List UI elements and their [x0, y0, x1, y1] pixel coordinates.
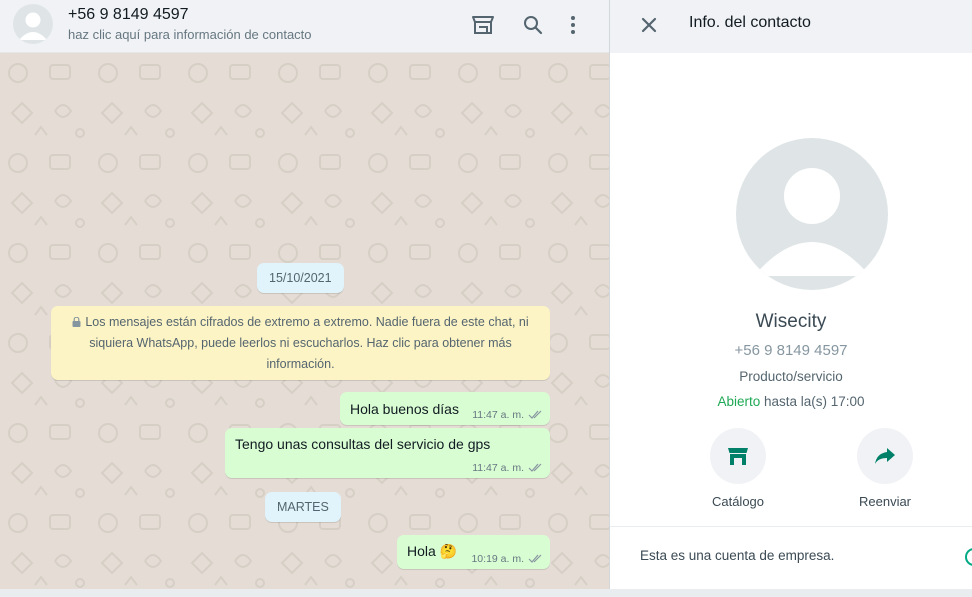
divider [610, 526, 972, 527]
date-chip: MARTES [265, 492, 341, 522]
message-meta: 10:19 a. m. [471, 553, 543, 565]
contact-avatar[interactable] [13, 4, 53, 44]
lock-icon [72, 313, 81, 327]
date-chip: 15/10/2021 [257, 263, 344, 293]
info-title: Info. del contacto [689, 14, 811, 31]
message-meta: 11:47 a. m. [472, 462, 543, 474]
encryption-notice[interactable]: Los mensajes están cifrados de extremo a… [51, 306, 550, 380]
info-header: Info. del contacto [610, 0, 972, 53]
chat-header[interactable]: +56 9 8149 4597 haz clic aquí para infor… [0, 0, 609, 53]
open-status: Abierto [717, 394, 761, 409]
message-text: Hola buenos días [350, 401, 459, 417]
message-meta: 11:47 a. m. [472, 409, 543, 421]
message-bubble-1[interactable]: Hola buenos días 11:47 a. m. [340, 392, 550, 425]
catalog-button[interactable]: Catálogo [698, 428, 778, 509]
close-icon[interactable] [636, 12, 662, 38]
message-bubble-3[interactable]: Hola 🤔 10:19 a. m. [397, 535, 550, 569]
catalog-icon[interactable] [470, 12, 496, 38]
message-text: Tengo unas consultas del servicio de gps [235, 436, 491, 452]
catalog-label: Catálogo [711, 494, 765, 509]
contact-info-pane: Info. del contacto Wisecity +56 9 8149 4… [610, 0, 972, 589]
business-hours: Abierto hasta la(s) 17:00 [610, 394, 972, 409]
chat-pane: +56 9 8149 4597 haz clic aquí para infor… [0, 0, 610, 589]
message-text: Hola 🤔 [407, 543, 458, 559]
hours-text: hasta la(s) 17:00 [760, 394, 865, 409]
business-account-note: Esta es una cuenta de empresa. [640, 548, 835, 563]
contact-subtitle[interactable]: haz clic aquí para información de contac… [68, 27, 312, 42]
forward-label: Reenviar [858, 494, 912, 509]
contact-title[interactable]: +56 9 8149 4597 [68, 6, 189, 24]
message-time: 11:47 a. m. [472, 409, 524, 421]
info-circle-icon[interactable] [965, 548, 972, 566]
double-check-icon [528, 463, 542, 472]
contact-avatar-large[interactable] [736, 138, 888, 290]
double-check-icon [528, 410, 542, 419]
search-icon[interactable] [520, 12, 546, 38]
contact-name: Wisecity [755, 311, 827, 332]
window-bottom-edge [0, 589, 972, 597]
contact-phone: +56 9 8149 4597 [734, 342, 848, 359]
forward-button[interactable]: Reenviar [845, 428, 925, 509]
menu-icon[interactable] [560, 12, 586, 38]
message-time: 11:47 a. m. [472, 462, 524, 474]
storefront-icon [710, 428, 766, 484]
encryption-text: Los mensajes están cifrados de extremo a… [85, 315, 529, 371]
message-bubble-2[interactable]: Tengo unas consultas del servicio de gps… [225, 428, 550, 478]
business-category: Producto/servicio [739, 369, 843, 384]
message-time: 10:19 a. m. [471, 553, 524, 565]
forward-icon [857, 428, 913, 484]
double-check-icon [528, 554, 542, 563]
